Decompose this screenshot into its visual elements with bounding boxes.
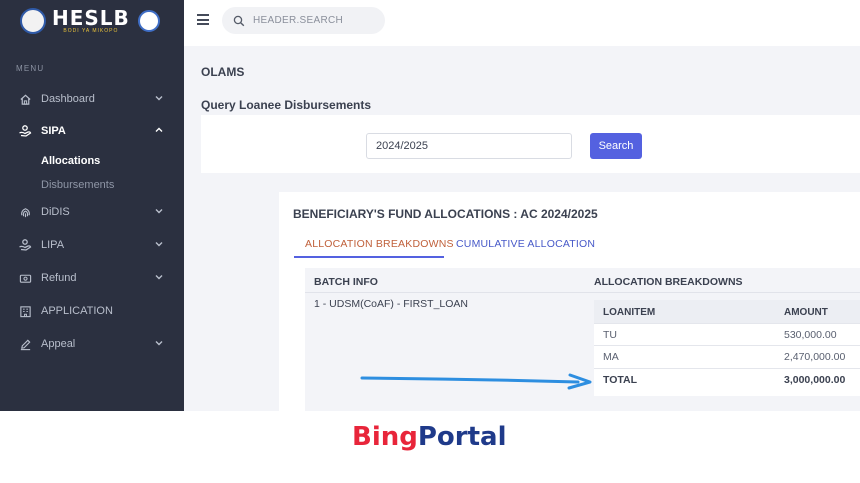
column-header-loanitem: LOANITEM (603, 307, 656, 318)
sidebar-item-label: LIPA (41, 239, 65, 251)
watermark-part2: Portal (417, 422, 507, 452)
refund-icon (18, 271, 32, 285)
sidebar-item-label: Appeal (41, 338, 76, 350)
sidebar-item-lipa[interactable]: LIPA (0, 234, 184, 256)
brand-tagline: BODI YA MIKOPO (63, 28, 119, 34)
sidebar-subitem-allocations[interactable]: Allocations (41, 155, 100, 167)
row-divider (594, 368, 860, 369)
pen-icon (18, 337, 32, 351)
seal-icon (137, 10, 160, 32)
batch-info-cell: 1 - UDSM(CoAF) - FIRST_LOAN (314, 298, 469, 310)
loanitem-cell: MA (603, 351, 619, 363)
chevron-down-icon (155, 242, 163, 247)
column-header-amount: AMOUNT (784, 307, 828, 318)
app-frame: HESLB BODI YA MIKOPO MENU Dashboard SIPA… (0, 0, 860, 411)
tab-allocation-breakdowns[interactable]: ALLOCATION BREAKDOWNS (305, 238, 454, 250)
search-input[interactable]: HEADER.SEARCH (222, 7, 385, 34)
page-title: OLAMS (201, 65, 245, 79)
amount-cell: 530,000.00 (784, 329, 837, 341)
tab-cumulative-allocation[interactable]: CUMULATIVE ALLOCATION (456, 238, 595, 250)
chevron-down-icon (155, 209, 163, 214)
sidebar-item-label: SIPA (41, 125, 66, 137)
sidebar-item-label: Dashboard (41, 93, 95, 105)
column-header-batch-info: BATCH INFO (314, 276, 378, 288)
sidebar-item-refund[interactable]: Refund (0, 267, 184, 289)
watermark-part1: Bing (352, 422, 418, 452)
menu-title: MENU (16, 64, 45, 73)
row-divider (594, 323, 860, 324)
active-tab-indicator (294, 256, 444, 258)
search-placeholder: HEADER.SEARCH (253, 15, 344, 26)
sidebar-item-label: Refund (41, 272, 77, 284)
amount-cell: 2,470,000.00 (784, 351, 846, 363)
total-label: TOTAL (603, 374, 638, 386)
annotation-arrow-icon (360, 373, 592, 390)
menu-toggle-icon[interactable] (197, 14, 209, 25)
sidebar-item-label: DiDIS (41, 206, 70, 218)
chevron-up-icon (155, 127, 163, 132)
search-button[interactable]: Search (590, 133, 642, 159)
academic-year-input[interactable]: 2024/2025 (366, 133, 572, 159)
brand-logo[interactable]: HESLB BODI YA MIKOPO (20, 6, 160, 36)
search-icon (233, 15, 245, 26)
loanitem-cell: TU (603, 329, 617, 341)
sidebar-item-application[interactable]: APPLICATION (0, 300, 184, 322)
sidebar-item-appeal[interactable]: Appeal (0, 333, 184, 355)
sidebar-subitem-disbursements[interactable]: Disbursements (41, 179, 114, 191)
query-title: Query Loanee Disbursements (201, 98, 372, 112)
allocations-title: BENEFICIARY'S FUND ALLOCATIONS : AC 2024… (293, 207, 598, 221)
chevron-down-icon (155, 275, 163, 280)
home-icon (18, 92, 32, 106)
hand-coin-icon (18, 124, 32, 138)
sidebar-item-sipa[interactable]: SIPA (0, 120, 184, 142)
brand-name: HESLB (52, 6, 130, 30)
total-amount: 3,000,000.00 (784, 374, 846, 386)
sidebar: HESLB BODI YA MIKOPO MENU Dashboard SIPA… (0, 0, 184, 411)
top-header: HEADER.SEARCH (184, 0, 860, 46)
hand-coin-icon (18, 238, 32, 252)
coat-of-arms-icon (20, 8, 46, 34)
row-divider (594, 345, 860, 346)
bingportal-watermark: Bing Portal (352, 422, 507, 452)
building-icon (18, 304, 32, 318)
chevron-down-icon (155, 96, 163, 101)
column-header-allocation-breakdowns: ALLOCATION BREAKDOWNS (594, 276, 743, 288)
chevron-down-icon (155, 341, 163, 346)
sidebar-item-dashboard[interactable]: Dashboard (0, 88, 184, 110)
header-divider (305, 292, 860, 293)
sidebar-item-label: APPLICATION (41, 305, 113, 317)
sidebar-item-didis[interactable]: DiDIS (0, 201, 184, 223)
fingerprint-icon (18, 205, 32, 219)
